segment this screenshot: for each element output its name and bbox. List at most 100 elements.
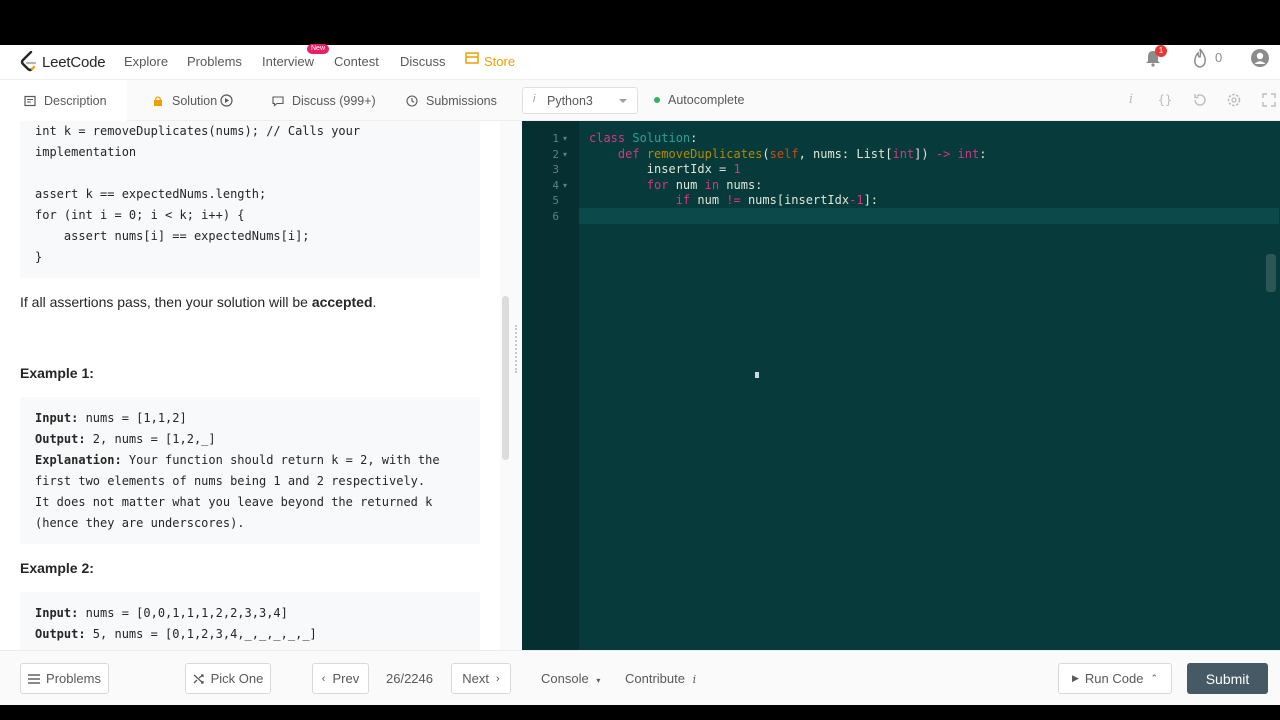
description-scrollbar-thumb[interactable]	[502, 296, 509, 460]
caret-down-icon: ▾	[596, 676, 601, 685]
example-1-input: Input: nums = [1,1,2]	[35, 411, 187, 425]
play-circle-icon	[220, 94, 233, 107]
reset-code-icon[interactable]	[1192, 92, 1208, 108]
tab-discuss-label: Discuss (999+)	[292, 93, 376, 108]
pick-one-label: Pick One	[210, 671, 264, 686]
fold-arrow-icon[interactable]: ▾	[563, 134, 567, 143]
next-button[interactable]: Next ›	[451, 663, 511, 694]
logo-text: LeetCode	[42, 53, 106, 71]
mouse-cursor-icon	[755, 372, 759, 378]
info-icon: i	[692, 673, 697, 686]
contribute-label: Contribute	[625, 671, 685, 686]
streak-count: 0	[1215, 50, 1223, 65]
code-line-1: class Solution:	[589, 131, 698, 145]
prev-label: Prev	[332, 671, 360, 686]
letterbox-top	[0, 0, 1280, 45]
leetcode-logo-icon	[20, 51, 37, 72]
play-icon: ▶	[1071, 673, 1079, 683]
driver-code-block: int k = removeDuplicates(nums); // Calls…	[20, 121, 480, 278]
language-select[interactable]: i Python3	[522, 87, 638, 114]
chevron-down-icon	[619, 99, 627, 103]
problems-button-label: Problems	[46, 671, 101, 686]
run-code-button[interactable]: ▶ Run Code ⌃	[1058, 663, 1172, 694]
autocomplete-label: Autocomplete	[668, 93, 745, 107]
pick-one-button[interactable]: Pick One	[185, 663, 271, 694]
clock-icon	[406, 94, 418, 107]
nav-problems[interactable]: Problems	[187, 50, 242, 74]
line-number: 6	[552, 210, 559, 223]
settings-gear-icon[interactable]	[1226, 92, 1242, 108]
tab-solution[interactable]: Solution	[152, 80, 233, 121]
leetcode-logo[interactable]: LeetCode	[20, 49, 106, 75]
new-badge: New	[307, 44, 330, 54]
chevron-up-icon: ⌃	[1150, 673, 1158, 683]
fold-arrow-icon[interactable]: ▾	[563, 150, 567, 159]
autocomplete-toggle[interactable]: Autocomplete	[654, 93, 744, 107]
console-label: Console	[541, 671, 589, 686]
acceptance-text: If all assertions pass, then your soluti…	[20, 294, 377, 310]
code-line: implementation	[35, 145, 137, 159]
tab-discuss[interactable]: Discuss (999+)	[272, 80, 376, 121]
nav-contest[interactable]: Contest	[334, 50, 379, 74]
store-icon	[465, 52, 479, 64]
list-icon	[28, 673, 41, 684]
line-number: 2	[552, 148, 559, 161]
example-2-output: Output: 5, nums = [0,1,2,3,4,_,_,_,_,_]	[35, 627, 317, 641]
example-1-explanation: It does not matter what you leave beyond…	[35, 495, 433, 509]
nav-store[interactable]: Store	[484, 50, 515, 74]
notification-count-badge: 1	[1155, 45, 1167, 57]
letterbox-bottom	[0, 705, 1280, 720]
console-button[interactable]: Console ▾	[541, 671, 600, 686]
nav-discuss[interactable]: Discuss	[400, 50, 446, 74]
editor-scrollbar-thumb[interactable]	[1266, 254, 1276, 292]
chevron-right-icon: ›	[496, 672, 500, 685]
user-avatar-icon[interactable]	[1250, 48, 1270, 68]
line-number: 4	[552, 179, 559, 192]
next-label: Next	[462, 671, 490, 686]
fullscreen-icon[interactable]	[1261, 92, 1277, 108]
example-1-output: Output: 2, nums = [1,2,_]	[35, 432, 216, 446]
problem-counter: 26/2246	[386, 671, 433, 686]
fold-arrow-icon[interactable]: ▾	[563, 181, 567, 190]
code-line: int k = removeDuplicates(nums); // Calls…	[35, 124, 361, 138]
prev-button[interactable]: ‹ Prev	[312, 663, 369, 694]
submit-button[interactable]: Submit	[1187, 663, 1268, 694]
description-panel: int k = removeDuplicates(nums); // Calls…	[0, 121, 512, 650]
code-line-5: if num != nums[insertIdx-1]:	[675, 193, 879, 207]
nav-explore[interactable]: Explore	[124, 50, 168, 74]
example-2-block: Input: nums = [0,0,1,1,1,2,2,3,3,4] Outp…	[20, 592, 480, 650]
editor-info-icon[interactable]: i	[1123, 92, 1139, 108]
info-icon: i	[533, 93, 536, 105]
chevron-left-icon: ‹	[321, 672, 326, 685]
example-1-explanation: Explanation: Your function should return…	[35, 453, 440, 467]
example-2-title: Example 2:	[20, 560, 94, 576]
run-code-label: Run Code	[1084, 671, 1144, 686]
example-1-title: Example 1:	[20, 365, 94, 381]
streak-flame-icon[interactable]	[1192, 48, 1208, 68]
tab-description-label: Description	[44, 93, 107, 108]
chat-icon	[272, 95, 284, 107]
code-line: for (int i = 0; i < k; i++) {	[35, 208, 245, 222]
code-line-4: for num in nums:	[646, 178, 763, 192]
example-1-block: Input: nums = [1,1,2] Output: 2, nums = …	[20, 397, 480, 544]
contribute-button[interactable]: Contribute i	[625, 671, 696, 686]
panel-splitter[interactable]	[512, 121, 522, 650]
nav-interview[interactable]: Interview	[262, 50, 314, 74]
tab-description[interactable]: Description	[0, 80, 127, 121]
line-number: 1	[552, 132, 559, 145]
format-code-icon[interactable]: {}	[1157, 92, 1173, 108]
code-line: assert k == expectedNums.length;	[35, 187, 267, 201]
code-line-3: insertIdx = 1	[646, 162, 741, 176]
language-label: Python3	[547, 94, 593, 108]
example-1-explanation: first two elements of nums being 1 and 2…	[35, 474, 426, 488]
lock-icon	[154, 95, 162, 106]
drag-handle-icon[interactable]	[515, 325, 518, 373]
shuffle-icon	[193, 673, 204, 684]
tab-submissions-label: Submissions	[426, 93, 497, 108]
tab-submissions[interactable]: Submissions	[406, 80, 497, 121]
tab-solution-label: Solution	[172, 93, 218, 108]
problems-list-button[interactable]: Problems	[20, 663, 109, 694]
code-line-2: def removeDuplicates(self, nums: List[in…	[617, 147, 987, 161]
status-dot-icon	[654, 97, 660, 103]
line-number: 3	[552, 163, 559, 176]
